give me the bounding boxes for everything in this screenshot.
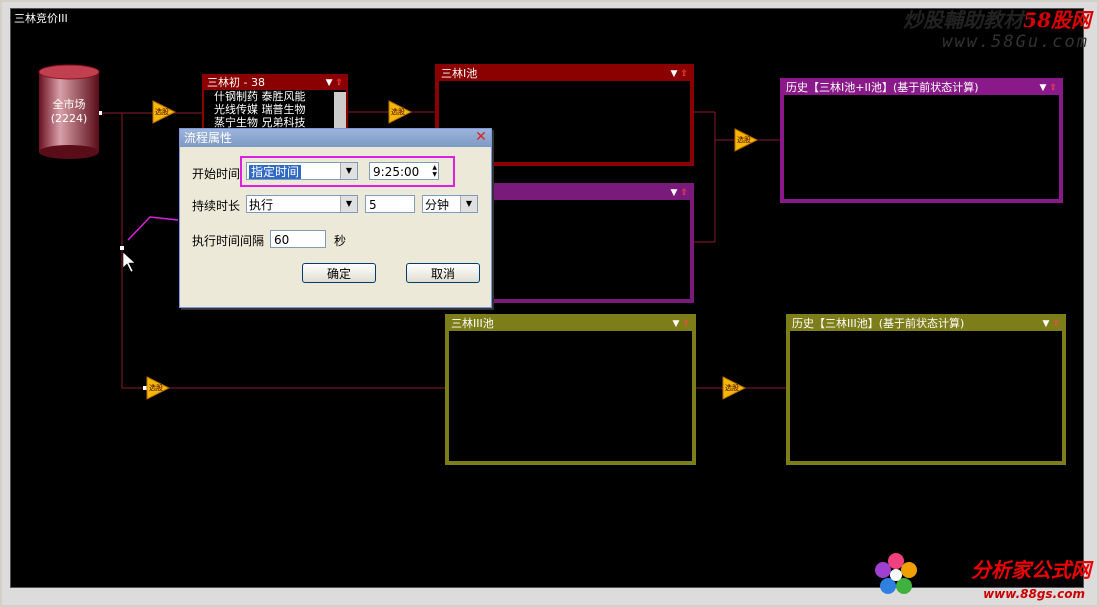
close-icon[interactable]: ✕ xyxy=(473,130,489,145)
chevron-down-icon[interactable]: ▼ xyxy=(460,196,477,212)
annotation-highlight-box xyxy=(240,156,455,187)
filter-node-3[interactable]: 选股 xyxy=(734,128,759,152)
dialog-title: 流程属性 xyxy=(184,131,233,145)
history-pool-3-panel[interactable]: 历史【三林III池】(基于前状态计算) ▼ ⇧ xyxy=(786,314,1066,465)
filter-node-2[interactable]: 选股 xyxy=(388,100,413,124)
history-pool-3-header: 历史【三林III池】(基于前状态计算) ▼ ⇧ xyxy=(789,317,1063,331)
filter-node-1[interactable]: 选股 xyxy=(152,100,177,124)
panel-controls-icon[interactable]: ▼ ⇧ xyxy=(673,317,690,331)
interval-label: 执行时间间隔 xyxy=(192,234,265,248)
duration-mode-select[interactable]: 执行 ▼ xyxy=(246,195,358,213)
pool-3-header: 三林III池 ▼ ⇧ xyxy=(448,317,693,331)
watermark-bottom-url: www.88gs.com xyxy=(983,587,1085,601)
filter-node-4[interactable]: 选股 xyxy=(146,376,171,400)
history-pool-12-header: 历史【三林I池+II池】(基于前状态计算) ▼ ⇧ xyxy=(783,81,1060,95)
ok-button[interactable]: 确定 xyxy=(302,263,376,283)
start-time-label: 开始时间 xyxy=(192,167,241,181)
pool-3-panel[interactable]: 三林III池 ▼ ⇧ xyxy=(445,314,696,465)
panel-controls-icon[interactable]: ▼ ⇧ xyxy=(1043,317,1060,331)
watermark-bottom: 分析家公式网 xyxy=(971,558,1091,582)
list-item[interactable]: 光线传媒 瑞普生物 xyxy=(204,103,346,116)
flower-logo-icon xyxy=(875,553,917,594)
interval-unit-label: 秒 xyxy=(334,234,347,248)
panel-controls-icon[interactable]: ▼ ⇧ xyxy=(326,76,343,90)
panel-controls-icon[interactable]: ▼ ⇧ xyxy=(671,67,688,81)
list-item[interactable]: 什钢制药 泰胜风能 xyxy=(204,90,346,103)
panel-controls-icon[interactable]: ▼ ⇧ xyxy=(1040,81,1057,95)
panel-controls-icon[interactable]: ▼ ⇧ xyxy=(671,186,688,200)
stock-list-header: 三林初 - 38 ▼ ⇧ xyxy=(204,76,346,90)
history-pool-12-panel[interactable]: 历史【三林I池+II池】(基于前状态计算) ▼ ⇧ xyxy=(780,78,1063,203)
chevron-down-icon[interactable]: ▼ xyxy=(340,196,357,212)
flow-properties-dialog: 流程属性 ✕ 开始时间 指定时间 ▼ 9:25:00 ▲ ▼ 持续时长 执行 ▼ 5 分钟… xyxy=(179,128,492,308)
dialog-title-bar[interactable]: 流程属性 ✕ xyxy=(180,129,491,147)
stock-list-panel[interactable]: 三林初 - 38 ▼ ⇧ 什钢制药 泰胜风能 光线传媒 瑞普生物 蒸宁生物 兄弟科… xyxy=(202,74,348,136)
pool-1-header: 三林I池 ▼ ⇧ xyxy=(438,67,691,81)
duration-label: 持续时长 xyxy=(192,199,241,213)
duration-unit-select[interactable]: 分钟 ▼ xyxy=(422,195,478,213)
interval-input[interactable]: 60 xyxy=(270,230,326,248)
duration-value-input[interactable]: 5 xyxy=(365,195,415,213)
market-node-label: 全市场 (2224) xyxy=(50,98,88,125)
cancel-button[interactable]: 取消 xyxy=(406,263,480,283)
filter-node-5[interactable]: 选股 xyxy=(722,376,747,400)
